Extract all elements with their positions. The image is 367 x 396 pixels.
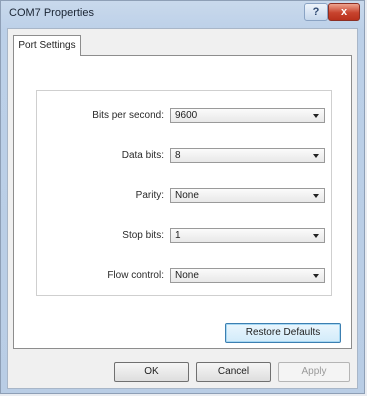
parity-value: None [175,190,199,201]
chevron-down-icon [313,274,319,278]
dialog-client-area: Port Settings Bits per second: 9600 Data… [7,28,358,389]
parity-row: Parity: None [37,188,331,204]
help-icon: ? [312,6,320,18]
bits-per-second-value: 9600 [175,110,198,121]
parity-select[interactable]: None [170,188,325,203]
close-icon: x [340,6,348,18]
stop-bits-row: Stop bits: 1 [37,228,331,244]
flow-control-value: None [175,270,199,281]
close-button[interactable]: x [328,3,360,21]
data-bits-label: Data bits: [121,150,164,161]
port-settings-page: Bits per second: 9600 Data bits: 8 Parit… [13,55,352,349]
cancel-button[interactable]: Cancel [196,362,271,382]
flow-control-row: Flow control: None [37,268,331,284]
bits-per-second-row: Bits per second: 9600 [37,108,331,124]
apply-button: Apply [278,362,350,382]
title-bar[interactable]: COM7 Properties ? x [1,1,364,25]
flow-control-label: Flow control: [107,270,164,281]
ok-button[interactable]: OK [114,362,189,382]
flow-control-select[interactable]: None [170,268,325,283]
tab-port-settings[interactable]: Port Settings [13,35,81,56]
stop-bits-value: 1 [175,230,181,241]
help-button[interactable]: ? [304,3,328,21]
data-bits-value: 8 [175,150,181,161]
bits-per-second-select[interactable]: 9600 [170,108,325,123]
restore-defaults-button[interactable]: Restore Defaults [225,323,341,343]
bits-per-second-label: Bits per second: [92,110,164,121]
data-bits-row: Data bits: 8 [37,148,331,164]
chevron-down-icon [313,234,319,238]
stop-bits-label: Stop bits: [122,230,164,241]
properties-dialog: COM7 Properties ? x Port Settings Bits p… [0,0,365,394]
window-title: COM7 Properties [9,7,94,19]
chevron-down-icon [313,154,319,158]
chevron-down-icon [313,114,319,118]
data-bits-select[interactable]: 8 [170,148,325,163]
settings-panel: Bits per second: 9600 Data bits: 8 Parit… [36,90,332,296]
stop-bits-select[interactable]: 1 [170,228,325,243]
parity-label: Parity: [135,190,164,201]
chevron-down-icon [313,194,319,198]
